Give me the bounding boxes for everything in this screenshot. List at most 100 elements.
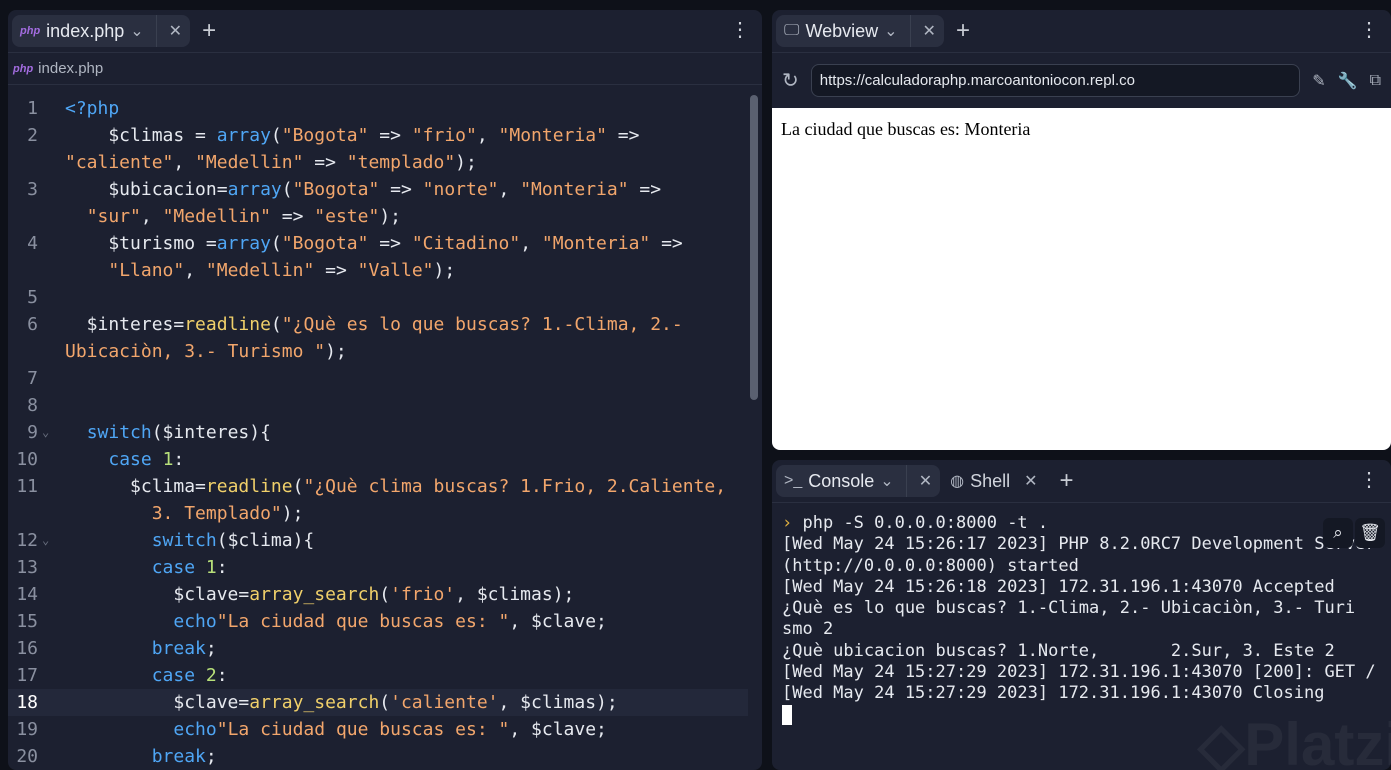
code-line[interactable]: "caliente", "Medellin" => "templado"); <box>8 149 748 176</box>
code-line[interactable]: 14 $clave=array_search('frio', $climas); <box>8 581 748 608</box>
code-token: 1 <box>205 557 217 578</box>
code-token: ); <box>379 206 402 227</box>
search-icon[interactable]: ⌕ <box>1323 518 1353 548</box>
code-token: <?php <box>65 98 120 119</box>
code-line[interactable]: 8 <box>8 392 748 419</box>
code-line[interactable]: 5 <box>8 284 748 311</box>
code-token: ( <box>281 179 293 200</box>
code-token: ($clima){ <box>216 530 315 551</box>
code-token: : <box>216 665 228 686</box>
editor-panel: php index.php ⌄ ✕ + ⋮ php index.php 1 <?p… <box>8 10 762 770</box>
reload-icon[interactable]: ↻ <box>782 68 799 93</box>
editor-scrollbar[interactable] <box>750 95 758 400</box>
fold-chevron-icon[interactable]: ⌄ <box>42 419 49 446</box>
more-options-icon[interactable]: ⋮ <box>1359 20 1379 40</box>
more-options-icon[interactable]: ⋮ <box>730 20 750 40</box>
code-line[interactable]: 7 <box>8 365 748 392</box>
code-line[interactable]: 3 $ubicacion=array("Bogota" => "norte", … <box>8 176 748 203</box>
chevron-down-icon[interactable]: ⌄ <box>130 21 143 41</box>
code-token: echo <box>173 719 217 740</box>
code-token: , $clave; <box>509 611 607 632</box>
line-number: 20 <box>16 746 38 767</box>
close-icon[interactable]: ✕ <box>1024 471 1037 491</box>
code-line[interactable]: 15 echo"La ciudad que buscas es: ", $cla… <box>8 608 748 635</box>
tab-shell[interactable]: ◍ Shell ✕ <box>940 471 1047 492</box>
code-token: ( <box>292 476 304 497</box>
code-line[interactable]: Ubicaciòn, 3.- Turismo "); <box>8 338 748 365</box>
code-token: case <box>151 557 196 578</box>
line-number: 3 <box>27 179 38 200</box>
code-line[interactable]: 10 case 1: <box>8 446 748 473</box>
code-token: => <box>303 152 347 173</box>
add-tab-button[interactable]: + <box>1048 467 1086 495</box>
code-line[interactable]: 3. Templado"); <box>8 500 748 527</box>
code-text: <?php <box>65 95 119 122</box>
code-line[interactable]: 19 echo"La ciudad que buscas es: ", $cla… <box>8 716 748 743</box>
code-text: $clima=readline("¿Què clima buscas? 1.Fr… <box>65 473 726 500</box>
close-icon[interactable]: ✕ <box>169 21 182 41</box>
pencil-icon[interactable]: ✎ <box>1312 71 1325 91</box>
code-line[interactable]: "Llano", "Medellin" => "Valle"); <box>8 257 748 284</box>
url-input[interactable]: https://calculadoraphp.marcoantoniocon.r… <box>810 64 1301 97</box>
code-token: "sur" <box>86 206 141 227</box>
code-line[interactable]: "sur", "Medellin" => "este"); <box>8 203 748 230</box>
close-icon[interactable]: ✕ <box>923 21 936 41</box>
terminal-output[interactable]: › php -S 0.0.0.0:8000 -t . [Wed May 24 1… <box>772 503 1391 736</box>
open-external-icon[interactable]: ⧉ <box>1370 72 1381 90</box>
code-token: , $climas); <box>455 584 575 605</box>
code-line[interactable]: 13 case 1: <box>8 554 748 581</box>
code-line[interactable]: 20 break; <box>8 743 748 770</box>
code-token: "norte" <box>422 179 499 200</box>
more-options-icon[interactable]: ⋮ <box>1359 470 1379 490</box>
console-panel: >_ Console ⌄ ✕ ◍ Shell ✕ + ⋮ › php -S 0.… <box>772 460 1391 770</box>
code-token: => <box>270 206 315 227</box>
code-token: "Medellin" <box>205 260 315 281</box>
code-editor[interactable]: 1 <?php 2 $climas = array("Bogota" => "fri… <box>8 95 748 770</box>
code-text: $interes=readline("¿Què es lo que buscas… <box>65 311 683 338</box>
tab-console[interactable]: >_ Console ⌄ ✕ <box>776 465 941 497</box>
code-text: break; <box>65 635 217 662</box>
close-icon[interactable]: ✕ <box>919 471 932 491</box>
code-text: 3. Templado"); <box>65 500 304 527</box>
trash-icon[interactable]: 🗑 <box>1355 518 1385 548</box>
code-token: "este" <box>314 206 380 227</box>
code-line[interactable]: 16 break; <box>8 635 748 662</box>
code-token: , <box>498 179 521 200</box>
code-token: Ubicaciòn, 3.- Turismo " <box>65 341 326 362</box>
breadcrumb-file[interactable]: index.php <box>38 60 103 77</box>
code-line[interactable]: 2 $climas = array("Bogota" => "frio", "M… <box>8 122 748 149</box>
page-text: La ciudad que buscas es: Monteria <box>781 119 1031 139</box>
code-token: "Medellin" <box>195 152 304 173</box>
tab-index-php[interactable]: php index.php ⌄ ✕ <box>12 15 191 47</box>
chevron-down-icon[interactable]: ⌄ <box>880 471 893 491</box>
code-line[interactable]: 11 $clima=readline("¿Què clima buscas? 1… <box>8 473 748 500</box>
code-line[interactable]: 17 case 2: <box>8 662 748 689</box>
fold-chevron-icon[interactable]: ⌄ <box>42 527 49 554</box>
code-token: "frio" <box>411 125 477 146</box>
wrench-icon[interactable]: 🔧 <box>1338 71 1358 91</box>
code-line[interactable]: 4 $turismo =array("Bogota" => "Citadino"… <box>8 230 748 257</box>
line-number: 17 <box>16 665 38 686</box>
add-tab-button[interactable]: + <box>944 17 982 45</box>
line-number: 7 <box>27 368 38 389</box>
code-line[interactable]: 6 $interes=readline("¿Què es lo que busc… <box>8 311 748 338</box>
chevron-down-icon[interactable]: ⌄ <box>884 21 897 41</box>
line-number: 10 <box>16 449 38 470</box>
code-token: ( <box>270 125 282 146</box>
tab-webview[interactable]: 🖵 Webview ⌄ ✕ <box>776 15 944 47</box>
code-token: "Valle" <box>357 260 434 281</box>
add-tab-button[interactable]: + <box>190 17 228 45</box>
console-tabs: >_ Console ⌄ ✕ ◍ Shell ✕ + ⋮ <box>772 460 1391 503</box>
code-text: "caliente", "Medellin" => "templado"); <box>65 149 477 176</box>
code-token: ( <box>270 314 282 335</box>
code-line[interactable]: 9 ⌄ switch($interes){ <box>8 419 748 446</box>
code-token: break <box>151 746 206 767</box>
code-line[interactable]: 12 ⌄ switch($clima){ <box>8 527 748 554</box>
code-line[interactable]: 1 <?php <box>8 95 748 122</box>
code-line[interactable]: 18 $clave=array_search('caliente', $clim… <box>8 689 748 716</box>
code-token: => <box>650 233 683 254</box>
